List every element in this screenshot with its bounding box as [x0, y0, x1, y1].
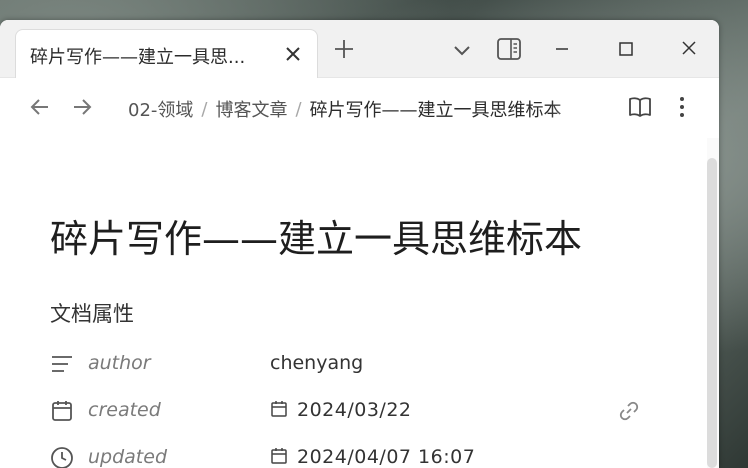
calendar-icon: [271, 401, 287, 417]
breadcrumb: 02-领域 / 博客文章 / 碎片写作——建立一具思维标本: [128, 96, 606, 122]
breadcrumb-item-current[interactable]: 碎片写作——建立一具思维标本: [310, 96, 562, 122]
window-close-icon[interactable]: [679, 38, 699, 58]
close-icon[interactable]: [281, 42, 305, 66]
chevron-down-icon[interactable]: [451, 39, 473, 61]
property-key[interactable]: updated: [88, 446, 167, 468]
calendar-icon: [271, 448, 287, 464]
app-window: 碎片写作——建立一具思... 02-领域 / 博客文章 / 碎片写作——建立一具…: [0, 20, 719, 468]
arrow-right-icon[interactable]: [70, 95, 94, 119]
maximize-icon[interactable]: [616, 39, 636, 59]
calendar-icon: [52, 401, 72, 421]
link-icon[interactable]: [618, 400, 640, 422]
sidebar-icon[interactable]: [496, 37, 522, 61]
properties-heading[interactable]: 文档属性: [50, 298, 134, 328]
page-title[interactable]: 碎片写作——建立一具思维标本: [50, 208, 690, 263]
tab-current-note[interactable]: 碎片写作——建立一具思...: [15, 29, 318, 79]
arrow-left-icon[interactable]: [28, 95, 52, 119]
property-value: 2024/04/07 16:07: [297, 446, 476, 468]
note-content: 碎片写作——建立一具思维标本 文档属性 author chenyang crea…: [0, 138, 707, 468]
property-row-author: author chenyang: [50, 349, 650, 379]
navigation-bar: 02-领域 / 博客文章 / 碎片写作——建立一具思维标本: [0, 78, 719, 138]
lines-icon: [52, 356, 72, 372]
plus-icon[interactable]: [332, 37, 356, 61]
minimize-icon[interactable]: [552, 39, 572, 59]
breadcrumb-separator: /: [295, 98, 302, 120]
tab-title: 碎片写作——建立一具思...: [30, 47, 246, 68]
property-key[interactable]: created: [88, 399, 161, 421]
breadcrumb-item-blog[interactable]: 博客文章: [215, 96, 287, 122]
more-vertical-icon[interactable]: [670, 94, 694, 120]
breadcrumb-item-domain[interactable]: 02-领域: [128, 96, 193, 122]
breadcrumb-separator: /: [201, 98, 208, 120]
scrollbar-thumb[interactable]: [707, 158, 717, 468]
property-key[interactable]: author: [88, 352, 151, 374]
property-value: 2024/03/22: [297, 399, 412, 421]
property-row-updated: updated 2024/04/07 16:07: [50, 443, 650, 468]
book-icon[interactable]: [627, 94, 653, 120]
property-row-created: created 2024/03/22: [50, 396, 650, 426]
clock-icon: [51, 447, 73, 468]
title-bar: 碎片写作——建立一具思...: [0, 20, 719, 79]
property-value[interactable]: chenyang: [270, 352, 363, 374]
